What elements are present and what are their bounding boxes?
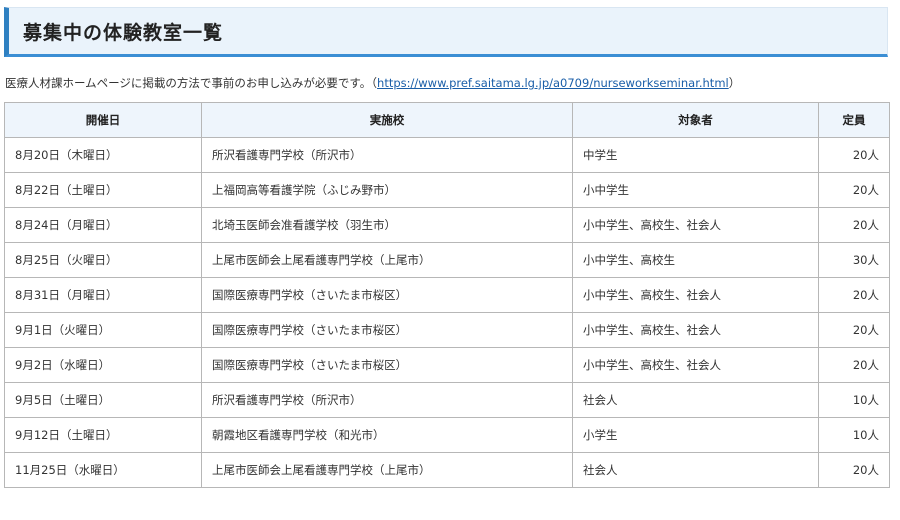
header-target: 対象者	[572, 102, 819, 138]
table-body: 8月20日（木曜日） 所沢看護専門学校（所沢市） 中学生 20人 8月22日（土曜日）上…	[4, 137, 890, 488]
cell-date: 9月1日（火曜日）	[4, 312, 202, 348]
cell-capacity: 10人	[818, 382, 890, 418]
schedule-table: 開催日 実施校 対象者 定員 8月20日（木曜日） 所沢看護専門学校（所沢市） 中学…	[4, 102, 890, 488]
cell-capacity: 20人	[818, 137, 890, 173]
table-row: 8月20日（木曜日） 所沢看護専門学校（所沢市） 中学生 20人	[4, 137, 890, 173]
intro-text: 医療人材課ホームページに掲載の方法で事前のお申し込みが必要です。（https:/…	[5, 75, 895, 91]
header-capacity: 定員	[818, 102, 890, 138]
page-heading-bar: 募集中の体験教室一覧	[4, 7, 888, 57]
cell-school: 朝霞地区看護専門学校（和光市）	[201, 417, 573, 453]
cell-target: 小中学生、高校生、社会人	[572, 347, 819, 383]
table-row: 8月25日（火曜日） 上尾市医師会上尾看護専門学校（上尾市） 小中学生、高校生 30人	[4, 242, 890, 278]
cell-date: 8月24日（月曜日）	[4, 207, 202, 243]
nurse-seminar-link[interactable]: https://www.pref.saitama.lg.jp/a0709/nur…	[377, 76, 729, 90]
intro-text-after: ）	[728, 76, 741, 90]
table-row: 9月2日（水曜日） 国際医療専門学校（さいたま市桜区） 小中学生、高校生、社会人 20…	[4, 347, 890, 383]
cell-school: 所沢看護専門学校（所沢市）	[201, 382, 573, 418]
cell-school: 国際医療専門学校（さいたま市桜区）	[201, 312, 573, 348]
cell-capacity: 20人	[818, 347, 890, 383]
cell-capacity: 10人	[818, 417, 890, 453]
cell-school: 国際医療専門学校（さいたま市桜区）	[201, 347, 573, 383]
cell-school: 上尾市医師会上尾看護専門学校（上尾市）	[201, 242, 573, 278]
cell-capacity: 20人	[818, 172, 890, 208]
cell-target: 小中学生、高校生、社会人	[572, 312, 819, 348]
cell-school: 北埼玉医師会准看護学校（羽生市）	[201, 207, 573, 243]
cell-capacity: 20人	[818, 452, 890, 488]
cell-date: 9月2日（水曜日）	[4, 347, 202, 383]
header-date: 開催日	[4, 102, 202, 138]
cell-date: 11月25日（水曜日）	[4, 452, 202, 488]
table-row: 9月12日（土曜日） 朝霞地区看護専門学校（和光市） 小学生 10人	[4, 417, 890, 453]
cell-target: 小中学生、高校生、社会人	[572, 207, 819, 243]
cell-date: 9月12日（土曜日）	[4, 417, 202, 453]
cell-date: 8月20日（木曜日）	[4, 137, 202, 173]
cell-target: 小中学生	[572, 172, 819, 208]
cell-capacity: 20人	[818, 207, 890, 243]
table-row: 8月22日（土曜日） 上福岡高等看護学院（ふじみ野市） 小中学生 20人	[4, 172, 890, 208]
cell-date: 9月5日（土曜日）	[4, 382, 202, 418]
cell-school: 上福岡高等看護学院（ふじみ野市）	[201, 172, 573, 208]
table-row: 11月25日（水曜日） 上尾市医師会上尾看護専門学校（上尾市） 社会人 20人	[4, 452, 890, 488]
cell-capacity: 20人	[818, 312, 890, 348]
header-school: 実施校	[201, 102, 573, 138]
intro-text-before: 医療人材課ホームページに掲載の方法で事前のお申し込みが必要です。（	[5, 76, 378, 90]
cell-date: 8月22日（土曜日）	[4, 172, 202, 208]
cell-capacity: 30人	[818, 242, 890, 278]
cell-school: 国際医療専門学校（さいたま市桜区）	[201, 277, 573, 313]
cell-date: 8月31日（月曜日）	[4, 277, 202, 313]
table-row: 9月1日（火曜日） 国際医療専門学校（さいたま市桜区） 小中学生、高校生、社会人 20…	[4, 312, 890, 348]
table-row: 9月5日（土曜日） 所沢看護専門学校（所沢市） 社会人 10人	[4, 382, 890, 418]
cell-target: 小中学生、高校生、社会人	[572, 277, 819, 313]
table-header-row: 開催日 実施校 対象者 定員	[4, 102, 890, 138]
cell-capacity: 20人	[818, 277, 890, 313]
cell-target: 小学生	[572, 417, 819, 453]
cell-date: 8月25日（火曜日）	[4, 242, 202, 278]
cell-target: 社会人	[572, 382, 819, 418]
table-row: 8月24日（月曜日） 北埼玉医師会准看護学校（羽生市） 小中学生、高校生、社会人 20…	[4, 207, 890, 243]
cell-school: 所沢看護専門学校（所沢市）	[201, 137, 573, 173]
cell-target: 社会人	[572, 452, 819, 488]
cell-target: 中学生	[572, 137, 819, 173]
page-title: 募集中の体験教室一覧	[23, 21, 224, 44]
cell-target: 小中学生、高校生	[572, 242, 819, 278]
table-row: 8月31日（月曜日） 国際医療専門学校（さいたま市桜区） 小中学生、高校生、社会人 2…	[4, 277, 890, 313]
cell-school: 上尾市医師会上尾看護専門学校（上尾市）	[201, 452, 573, 488]
